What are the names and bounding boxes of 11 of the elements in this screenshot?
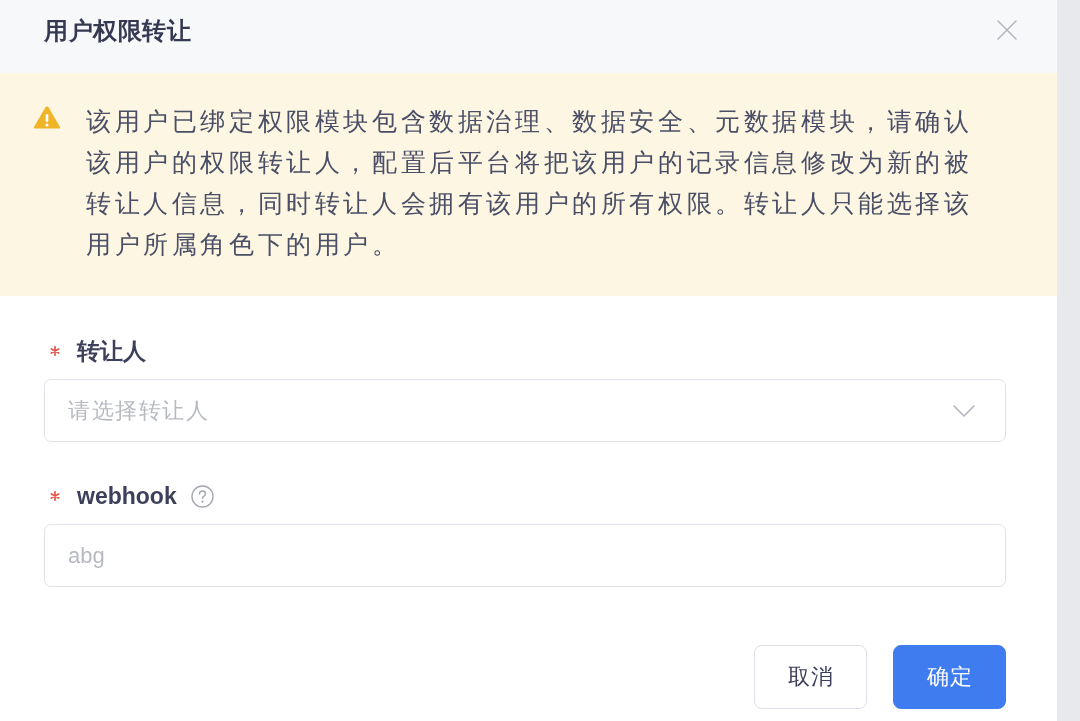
chevron-down-icon[interactable] bbox=[953, 404, 975, 417]
help-icon[interactable] bbox=[190, 484, 214, 508]
alert-message: 该用户已绑定权限模块包含数据治理、数据安全、元数据模块，请确认该用户的权限转让人，配置后平台将把该用户的记录信息修改为新的被转让人信息，同时转让人会拥有该用户的所有权限。转让人只能选择该用户所属角色下的用户。 bbox=[86, 106, 974, 260]
field-label: webhook bbox=[77, 482, 177, 510]
cancel-button[interactable]: 取消 bbox=[754, 645, 867, 709]
input-field[interactable]: abg bbox=[44, 524, 1006, 587]
warning-icon bbox=[33, 105, 61, 130]
confirm-button[interactable]: 确定 bbox=[893, 645, 1006, 709]
close-icon[interactable] bbox=[997, 20, 1017, 40]
dialog-title: 用户权限转让 bbox=[44, 16, 191, 46]
field-label: 转让人 bbox=[77, 337, 146, 365]
